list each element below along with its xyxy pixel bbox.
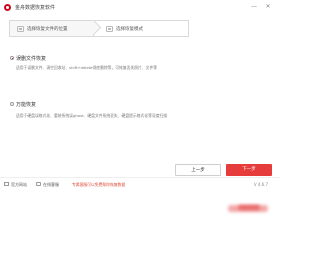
- minimize-button[interactable]: —: [250, 3, 258, 11]
- step-select-location: 选择恢复文件的位置: [10, 21, 93, 36]
- title-bar: 金舟数据恢复软件 — ✕: [0, 0, 280, 14]
- mode-icon: [106, 25, 113, 32]
- online-service-link[interactable]: 在线客服: [43, 182, 59, 188]
- version-label: V 4.6.7: [253, 182, 268, 187]
- option-description: 适用于误删文件、清空回收站、shift+delete彻底删除等，可恢复丢失照片、…: [16, 65, 158, 70]
- app-title: 金舟数据恢复软件: [15, 5, 56, 11]
- prev-step-button[interactable]: 上一步: [175, 164, 221, 176]
- radio-button[interactable]: [10, 102, 14, 106]
- option-title: 误删文件恢复: [16, 56, 47, 62]
- app-logo-icon: [4, 4, 11, 11]
- promo-link[interactable]: 专属客服可以免费帮你恢复数据: [72, 182, 125, 188]
- close-button[interactable]: ✕: [264, 3, 272, 11]
- step-indicator: 选择恢复文件的位置 选择恢复模式: [9, 19, 189, 37]
- folder-icon: [17, 25, 24, 32]
- chat-icon: [36, 182, 41, 186]
- radio-button[interactable]: [10, 56, 14, 60]
- official-site-link[interactable]: 官方网站: [11, 182, 27, 188]
- next-step-button[interactable]: 下一步: [226, 164, 272, 176]
- footer: 官方网站 在线客服 专属客服可以免费帮你恢复数据 V 4.6.7: [0, 178, 280, 191]
- step-label: 选择恢复文件的位置: [27, 26, 68, 32]
- step-select-mode: 选择恢复模式: [93, 21, 188, 36]
- option-description: 适用于硬盘误格式化、重装系统误ghost、硬盘文件系统丢失、硬盘提示格式化等深度…: [16, 113, 168, 118]
- step-label: 选择恢复模式: [116, 26, 143, 32]
- option-title: 万能恢复: [16, 102, 37, 108]
- home-icon: [4, 182, 9, 186]
- blurred-decoration: [238, 205, 260, 210]
